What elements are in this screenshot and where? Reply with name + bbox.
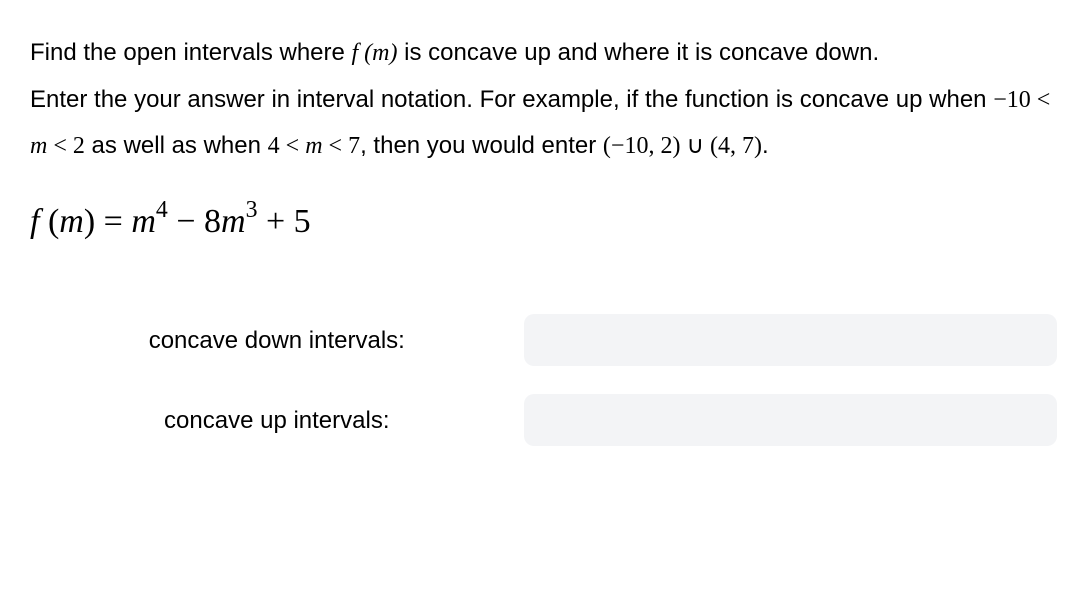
cond2-text: 4 < m < 7	[268, 133, 360, 159]
term2-coef: 8	[204, 203, 221, 240]
question-prompt: Find the open intervals where f (m) is c…	[30, 30, 1057, 170]
term2-exp: 3	[246, 197, 258, 223]
concave-down-input[interactable]	[524, 314, 1057, 366]
concave-up-label: concave up intervals:	[30, 398, 524, 444]
concave-up-row: concave up intervals:	[30, 394, 1057, 446]
prompt-text-4: as well as when	[85, 132, 268, 159]
function-formula: f (m) = m4 − 8m3 + 5	[30, 190, 1057, 255]
term1-var: m	[131, 203, 156, 240]
term1-exp: 4	[156, 197, 168, 223]
formula-eq: =	[95, 203, 131, 240]
concave-up-input[interactable]	[524, 394, 1057, 446]
formula-var: (m)	[48, 203, 95, 240]
formula-f: f	[30, 203, 48, 240]
prompt-text-1: Find the open intervals where	[30, 39, 352, 66]
period: .	[762, 132, 769, 159]
minus: −	[168, 203, 204, 240]
plus-const: + 5	[257, 203, 310, 240]
concave-down-label: concave down intervals:	[30, 318, 524, 364]
concave-down-row: concave down intervals:	[30, 314, 1057, 366]
term2-var: m	[221, 203, 246, 240]
function-ref: f (m)	[352, 40, 398, 66]
prompt-text-5: , then you would enter	[360, 132, 603, 159]
prompt-text-3: Enter the your answer in interval notati…	[30, 86, 993, 113]
prompt-text-2: is concave up and where it is concave do…	[398, 39, 880, 66]
interval-example: (−10, 2) ∪ (4, 7)	[603, 133, 762, 159]
